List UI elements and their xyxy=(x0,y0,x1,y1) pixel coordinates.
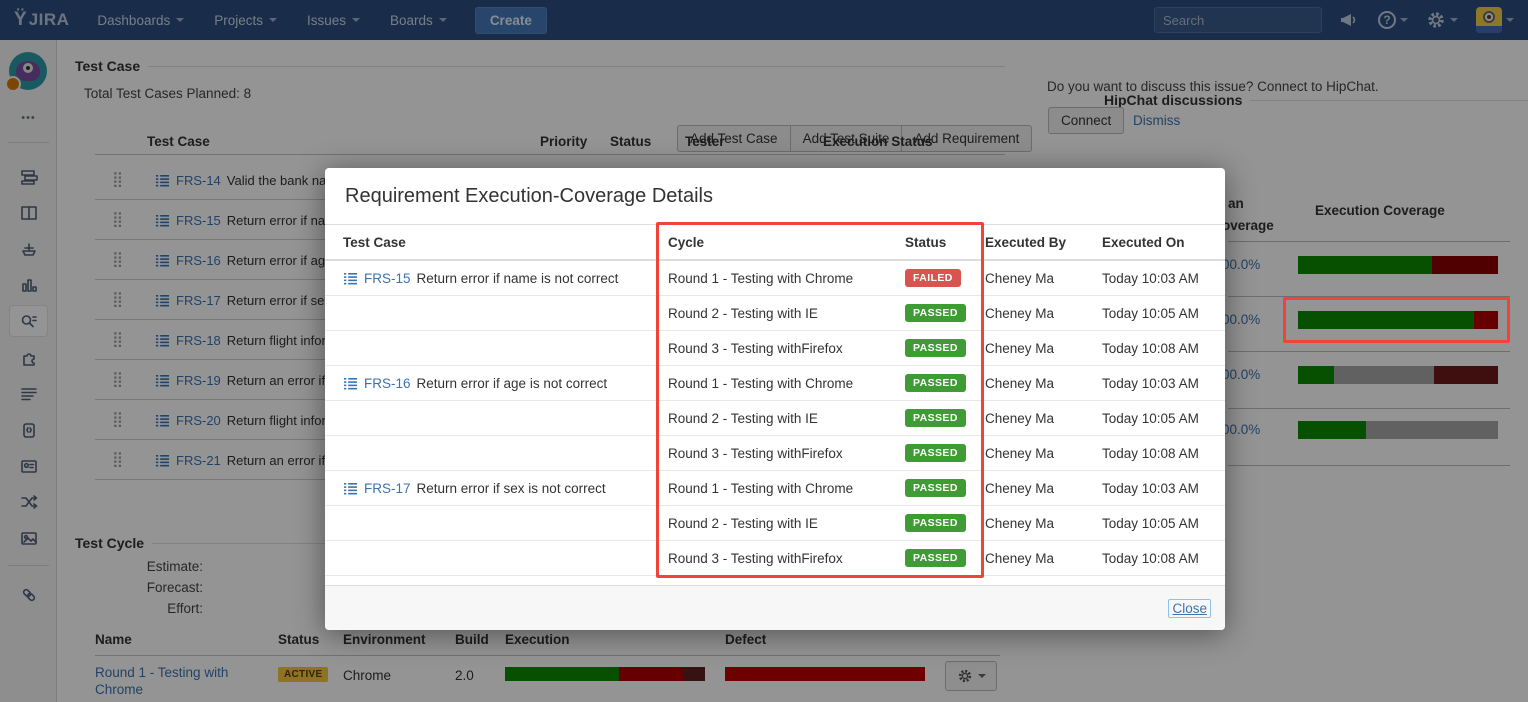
executed-on-cell: Today 10:03 AM xyxy=(1102,471,1220,505)
status-badge: PASSED xyxy=(905,374,966,392)
close-button[interactable]: Close xyxy=(1172,601,1207,616)
test-case-icon xyxy=(343,271,358,286)
executed-by-cell: Cheney Ma xyxy=(985,331,1097,365)
executed-by-cell: Cheney Ma xyxy=(985,401,1097,435)
modal-table-header: Test Case Cycle Status Executed By Execu… xyxy=(325,225,1225,261)
executed-on-cell: Today 10:08 AM xyxy=(1102,331,1220,365)
executed-on-cell: Today 10:03 AM xyxy=(1102,261,1220,295)
modal-table-row: FRS-15Return error if name is not correc… xyxy=(325,261,1225,296)
col-header-test-case: Test Case xyxy=(343,225,661,259)
test-case-icon xyxy=(343,481,358,496)
status-badge: PASSED xyxy=(905,304,966,322)
executed-on-cell: Today 10:05 AM xyxy=(1102,401,1220,435)
col-header-executed-on: Executed On xyxy=(1102,225,1220,259)
executed-on-cell: Today 10:05 AM xyxy=(1102,296,1220,330)
status-badge: FAILED xyxy=(905,269,961,287)
col-header-status: Status xyxy=(905,225,983,259)
executed-by-cell: Cheney Ma xyxy=(985,296,1097,330)
cycle-cell: Round 1 - Testing with Chrome xyxy=(668,471,898,505)
executed-by-cell: Cheney Ma xyxy=(985,366,1097,400)
modal-header: Requirement Execution-Coverage Details xyxy=(325,168,1225,225)
executed-by-cell: Cheney Ma xyxy=(985,261,1097,295)
cycle-cell: Round 1 - Testing with Chrome xyxy=(668,261,898,295)
test-case-link[interactable]: FRS-16 xyxy=(364,376,411,391)
executed-on-cell: Today 10:03 AM xyxy=(1102,366,1220,400)
status-badge: PASSED xyxy=(905,549,966,567)
col-header-executed-by: Executed By xyxy=(985,225,1097,259)
modal-table-row: FRS-16Return error if age is not correct… xyxy=(325,366,1225,401)
status-badge: PASSED xyxy=(905,479,966,497)
modal-table-row: Round 3 - Testing withFirefox PASSED Che… xyxy=(325,541,1225,576)
executed-on-cell: Today 10:05 AM xyxy=(1102,506,1220,540)
modal-table-row: Round 3 - Testing withFirefox PASSED Che… xyxy=(325,331,1225,366)
executed-by-cell: Cheney Ma xyxy=(985,506,1097,540)
cycle-cell: Round 2 - Testing with IE xyxy=(668,401,898,435)
jira-app: Ÿ JIRA Dashboards Projects Issues Boards… xyxy=(0,0,1528,702)
test-case-link[interactable]: FRS-17 xyxy=(364,481,411,496)
executed-by-cell: Cheney Ma xyxy=(985,541,1097,575)
test-case-link[interactable]: FRS-15 xyxy=(364,271,411,286)
modal-table-row: FRS-17Return error if sex is not correct… xyxy=(325,471,1225,506)
cycle-cell: Round 3 - Testing withFirefox xyxy=(668,436,898,470)
status-badge: PASSED xyxy=(905,339,966,357)
col-header-cycle: Cycle xyxy=(668,225,898,259)
modal-title: Requirement Execution-Coverage Details xyxy=(345,185,713,208)
modal-footer: Close xyxy=(325,585,1225,630)
modal-table-row: Round 2 - Testing with IE PASSED Cheney … xyxy=(325,506,1225,541)
modal-table-row: Round 2 - Testing with IE PASSED Cheney … xyxy=(325,401,1225,436)
executed-on-cell: Today 10:08 AM xyxy=(1102,436,1220,470)
coverage-details-modal: Requirement Execution-Coverage Details T… xyxy=(325,168,1225,630)
executed-by-cell: Cheney Ma xyxy=(985,471,1097,505)
test-case-icon xyxy=(343,376,358,391)
cycle-cell: Round 2 - Testing with IE xyxy=(668,506,898,540)
modal-table-row: Round 3 - Testing withFirefox PASSED Che… xyxy=(325,436,1225,471)
cycle-cell: Round 2 - Testing with IE xyxy=(668,296,898,330)
executed-on-cell: Today 10:08 AM xyxy=(1102,541,1220,575)
cycle-cell: Round 3 - Testing withFirefox xyxy=(668,331,898,365)
cycle-cell: Round 1 - Testing with Chrome xyxy=(668,366,898,400)
status-badge: PASSED xyxy=(905,514,966,532)
modal-table-row: Round 2 - Testing with IE PASSED Cheney … xyxy=(325,296,1225,331)
status-badge: PASSED xyxy=(905,409,966,427)
cycle-cell: Round 3 - Testing withFirefox xyxy=(668,541,898,575)
executed-by-cell: Cheney Ma xyxy=(985,436,1097,470)
status-badge: PASSED xyxy=(905,444,966,462)
